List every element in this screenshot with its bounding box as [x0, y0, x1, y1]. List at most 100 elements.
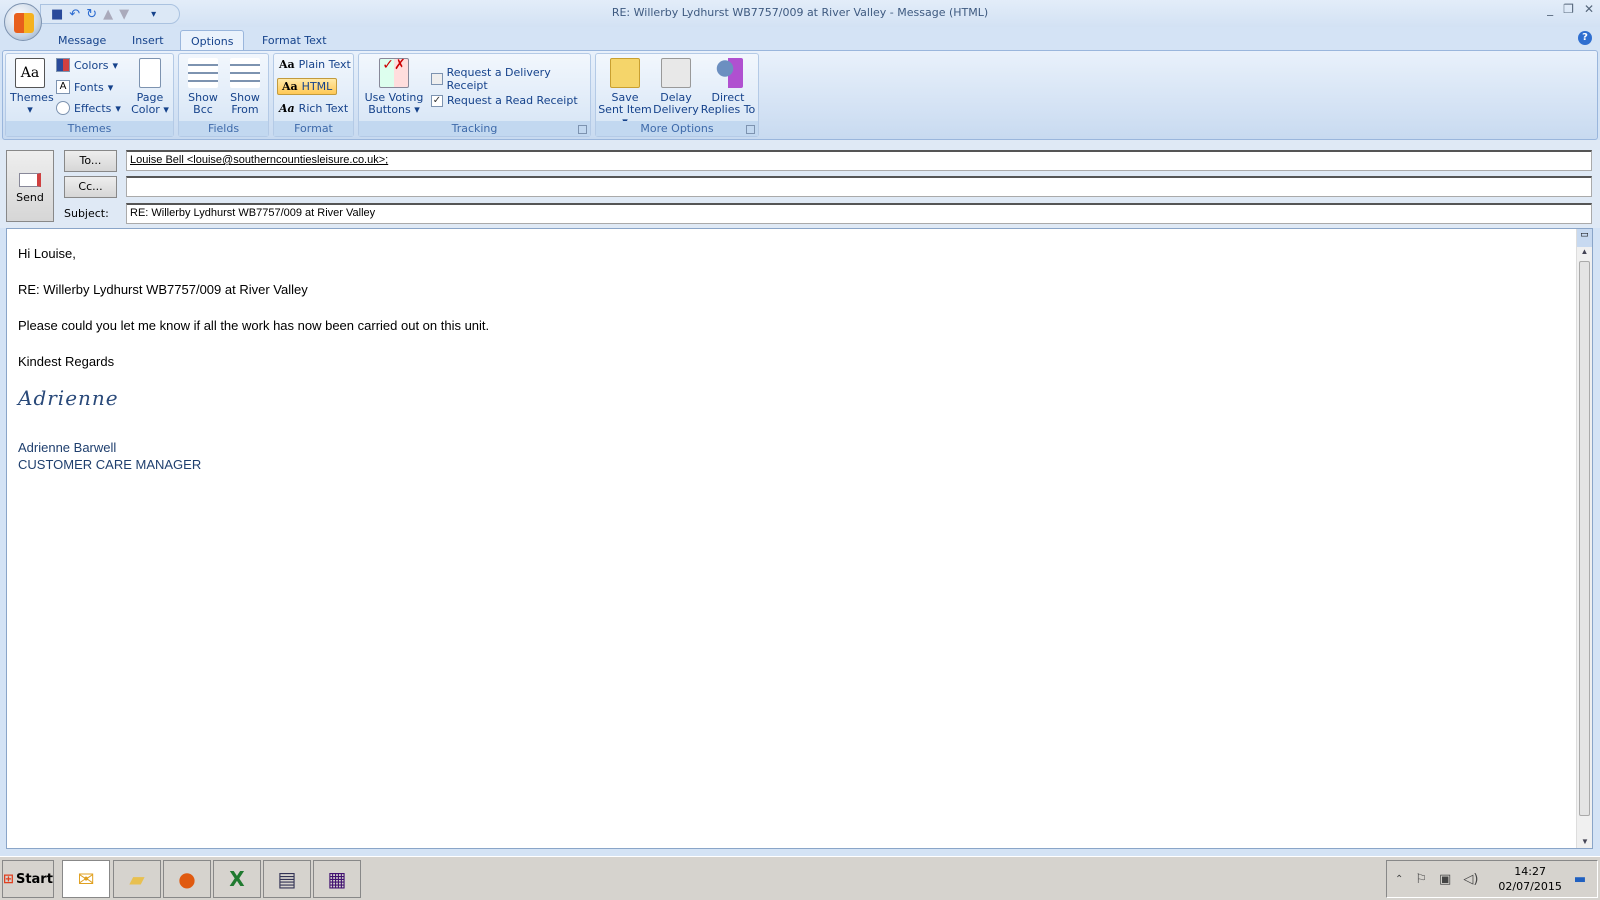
tab-message[interactable]: Message: [48, 30, 116, 52]
show-bcc-icon: [188, 58, 218, 88]
undo-icon[interactable]: ↶: [69, 7, 80, 22]
themes-button[interactable]: Aa Themes ▾: [10, 58, 54, 116]
scroll-up-icon[interactable]: ▲: [1577, 247, 1592, 261]
clock[interactable]: 14:27 02/07/2015: [1498, 864, 1561, 894]
group-label-fields: Fields: [179, 121, 268, 136]
to-button[interactable]: To...: [64, 150, 117, 172]
action-center-flag-icon[interactable]: ⚐: [1415, 872, 1427, 887]
save-sent-label: Save Sent Item: [598, 91, 652, 116]
show-desktop-icon[interactable]: ▬: [1574, 872, 1586, 887]
group-format: Aa Plain Text Aa HTML Aa Rich Text Format: [273, 53, 354, 137]
send-label: Send: [16, 191, 44, 204]
delivery-receipt-checkbox[interactable]: Request a Delivery Receipt: [431, 66, 590, 92]
save-sent-item-button[interactable]: Save Sent Item ▾: [598, 58, 652, 128]
plain-text-label: Plain Text: [298, 58, 351, 71]
ruler-toggle-icon[interactable]: ▭: [1577, 229, 1592, 247]
taskbar-app-window[interactable]: ▤: [263, 860, 311, 898]
vertical-scrollbar[interactable]: ▭ ▲ ▼: [1576, 229, 1592, 848]
fonts-icon: A: [56, 80, 70, 94]
to-field[interactable]: Louise Bell <louise@southerncountiesleis…: [126, 150, 1592, 171]
closing: Kindest Regards: [18, 354, 115, 369]
send-envelope-icon: [19, 173, 41, 187]
rich-text-label: Rich Text: [298, 102, 349, 115]
effects-icon: [56, 101, 70, 115]
group-label-tracking: Tracking: [359, 121, 590, 136]
signature-handwriting: Adrienne: [18, 386, 119, 410]
scroll-down-icon[interactable]: ▼: [1577, 837, 1593, 846]
show-from-label: Show From: [230, 91, 260, 116]
show-hidden-icons[interactable]: ⌃: [1395, 874, 1403, 885]
save-icon[interactable]: ■: [51, 7, 63, 22]
show-bcc-label: Show Bcc: [188, 91, 218, 116]
taskbar-excel[interactable]: X: [213, 860, 261, 898]
window-title: RE: Willerby Lydhurst WB7757/009 at Rive…: [611, 6, 989, 19]
sender-title: CUSTOMER CARE MANAGER: [18, 457, 202, 472]
checkbox-checked-icon: ✓: [431, 94, 443, 107]
tab-options[interactable]: Options: [180, 30, 245, 52]
taskbar-firefox[interactable]: ●: [163, 860, 211, 898]
cc-button[interactable]: Cc...: [64, 176, 117, 198]
next-item-icon[interactable]: ▼: [119, 7, 129, 22]
close-icon[interactable]: ✕: [1584, 2, 1594, 16]
start-button[interactable]: ⊞ Start: [2, 860, 54, 898]
subject-label: Subject:: [64, 207, 109, 220]
greeting: Hi Louise,: [18, 246, 76, 261]
dialog-launcher-icon[interactable]: [746, 125, 755, 134]
dialog-launcher-icon[interactable]: [578, 125, 587, 134]
cc-field[interactable]: [126, 176, 1592, 197]
restore-icon[interactable]: ❐: [1563, 2, 1574, 16]
scroll-thumb[interactable]: [1579, 261, 1590, 816]
system-tray: ⌃ ⚐ ▣ ◁) 14:27 02/07/2015 ▬: [1386, 860, 1598, 898]
page-color-icon: [139, 58, 161, 88]
help-icon[interactable]: ?: [1578, 31, 1592, 45]
taskbar-grid-app[interactable]: ▦: [313, 860, 361, 898]
subject-field[interactable]: RE: Willerby Lydhurst WB7757/009 at Rive…: [126, 203, 1592, 224]
windows-logo-icon: ⊞: [3, 871, 14, 887]
send-button[interactable]: Send: [6, 150, 54, 222]
taskbar: ⊞ Start ✉ ▰ ● X ▤ ▦ ⌃ ⚐ ▣ ◁) 14:27 02/07/2…: [0, 856, 1600, 900]
read-receipt-checkbox[interactable]: ✓ Request a Read Receipt: [431, 94, 578, 107]
taskbar-outlook[interactable]: ✉: [62, 860, 110, 898]
page-color-label: Page Color: [131, 91, 164, 116]
page-color-button[interactable]: Page Color ▾: [128, 58, 172, 116]
show-bcc-button[interactable]: Show Bcc: [183, 58, 223, 116]
title-bar: RE: Willerby Lydhurst WB7757/009 at Rive…: [0, 0, 1600, 27]
message-body[interactable]: Hi Louise, RE: Willerby Lydhurst WB7757/…: [6, 228, 1593, 849]
network-icon[interactable]: ▣: [1439, 872, 1451, 887]
voting-label: Use Voting Buttons: [364, 91, 424, 116]
html-button[interactable]: Aa HTML: [277, 78, 338, 95]
html-label: HTML: [301, 80, 333, 93]
redo-icon[interactable]: ↻: [86, 7, 97, 22]
voting-buttons-button[interactable]: ✓✗ Use Voting Buttons ▾: [363, 58, 425, 116]
rich-text-button[interactable]: Aa Rich Text: [279, 102, 348, 115]
message-text: Please could you let me know if all the …: [18, 318, 490, 333]
delay-delivery-button[interactable]: Delay Delivery: [652, 58, 700, 116]
re-line: RE: Willerby Lydhurst WB7757/009 at Rive…: [18, 282, 308, 297]
tab-insert[interactable]: Insert: [122, 30, 174, 52]
show-from-button[interactable]: Show From: [225, 58, 265, 116]
tab-format-text[interactable]: Format Text: [252, 30, 337, 52]
grid-app-icon: ▦: [327, 867, 347, 891]
volume-icon[interactable]: ◁): [1463, 872, 1478, 887]
rich-text-icon: Aa: [279, 102, 295, 115]
fonts-button[interactable]: A Fonts ▾: [56, 80, 113, 94]
taskbar-explorer[interactable]: ▰: [113, 860, 161, 898]
customize-qat-icon[interactable]: ▾: [151, 9, 156, 20]
clock-date: 02/07/2015: [1498, 880, 1562, 893]
sender-name: Adrienne Barwell: [18, 440, 117, 455]
direct-replies-button[interactable]: Direct Replies To: [700, 58, 756, 116]
fonts-label: Fonts: [74, 80, 104, 94]
office-button[interactable]: [4, 3, 42, 41]
minimize-icon[interactable]: _: [1547, 2, 1553, 16]
delay-label: Delay Delivery: [653, 91, 699, 116]
plain-text-button[interactable]: Aa Plain Text: [279, 58, 351, 71]
group-label-more-options: More Options: [596, 121, 758, 136]
quick-access-toolbar: ■ ↶ ↻ ▲ ▼ ▾: [40, 4, 180, 24]
themes-icon: Aa: [15, 58, 45, 88]
themes-label: Themes: [10, 91, 54, 104]
colors-button[interactable]: Colors ▾: [56, 58, 118, 72]
colors-label: Colors: [74, 58, 109, 72]
delivery-receipt-label: Request a Delivery Receipt: [446, 66, 551, 92]
previous-item-icon[interactable]: ▲: [103, 7, 113, 22]
effects-button[interactable]: Effects ▾: [56, 101, 121, 115]
